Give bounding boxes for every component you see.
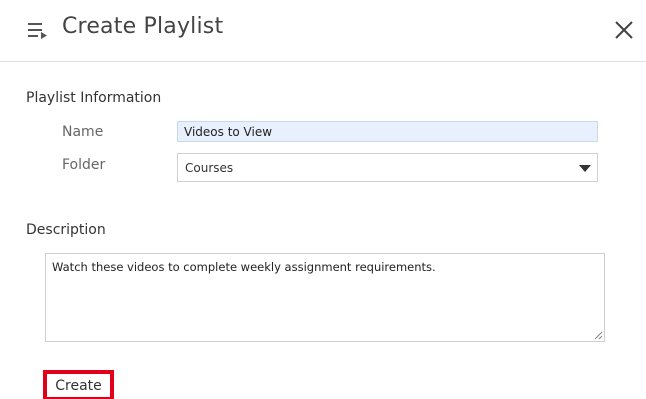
close-icon[interactable] [612,18,636,42]
folder-selected-value: Courses [185,161,234,175]
dialog-header: Create Playlist [0,0,646,62]
playlist-information-heading: Playlist Information [26,90,162,106]
description-heading: Description [26,222,106,238]
folder-select[interactable]: Courses [177,153,598,182]
name-label: Name [62,124,104,140]
description-textarea[interactable]: Watch these videos to complete weekly as… [45,253,605,342]
create-button[interactable]: Create [43,370,114,399]
create-playlist-dialog: Create Playlist Playlist Information Nam… [0,0,646,399]
folder-label: Folder [62,157,106,173]
resize-grip-icon[interactable] [594,331,603,340]
playlist-icon [28,23,47,39]
dialog-title: Create Playlist [62,14,224,39]
chevron-down-icon [579,165,591,172]
name-input[interactable] [177,121,598,142]
